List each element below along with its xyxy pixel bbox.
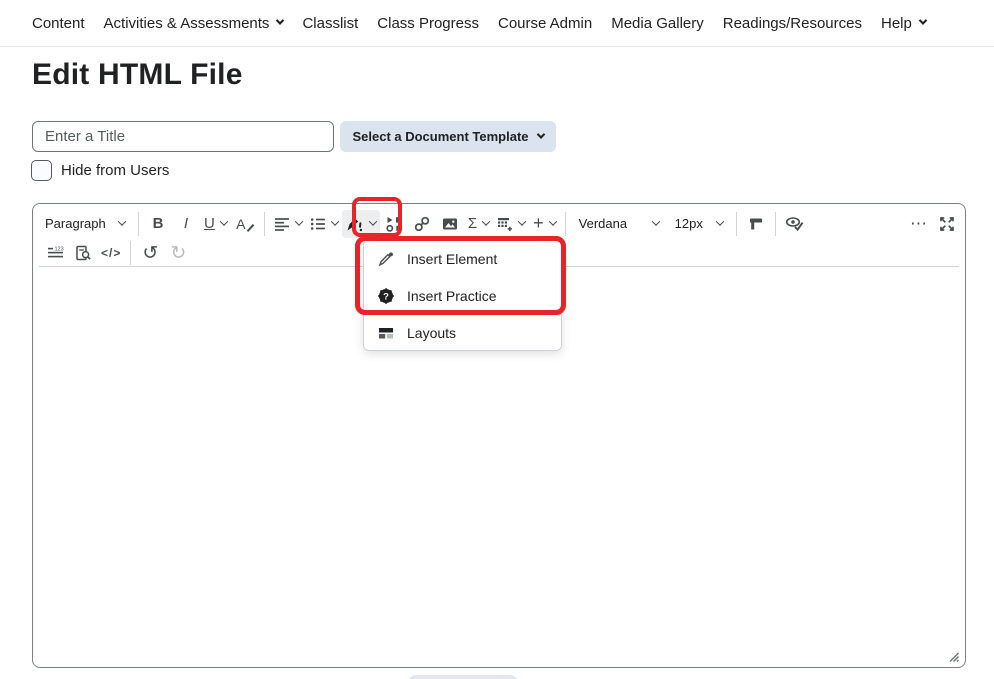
fullscreen-icon xyxy=(939,216,955,232)
undo-icon: ↺ xyxy=(142,242,158,265)
plus-icon: + xyxy=(533,213,544,234)
align-icon xyxy=(274,216,290,232)
chevron-down-icon xyxy=(276,16,284,24)
nav-item-readings-resources[interactable]: Readings/Resources xyxy=(723,15,862,32)
font-color-icon: A xyxy=(236,216,245,232)
insert-pen-icon xyxy=(346,216,364,232)
word-count-icon: 123 xyxy=(47,245,64,261)
menu-item-label: Layouts xyxy=(407,325,456,341)
insert-stuff-button[interactable] xyxy=(380,210,408,238)
source-code-button[interactable]: </> xyxy=(97,239,125,267)
hide-from-users-row: Hide from Users xyxy=(31,160,169,181)
nav-item-media-gallery[interactable]: Media Gallery xyxy=(611,15,704,32)
preview-icon xyxy=(75,245,91,261)
chevron-down-icon xyxy=(369,217,377,225)
paragraph-format-dropdown[interactable]: Paragraph xyxy=(37,210,133,238)
hide-from-users-label: Hide from Users xyxy=(61,162,169,179)
bold-button[interactable]: B xyxy=(144,210,172,238)
equation-dropdown-button[interactable]: Σ xyxy=(464,210,493,238)
chevron-down-icon xyxy=(220,217,228,225)
menu-item-label: Insert Practice xyxy=(407,288,496,304)
font-size-dropdown[interactable]: 12px xyxy=(667,210,731,238)
fullscreen-button[interactable] xyxy=(933,210,961,238)
accessibility-checker-button[interactable] xyxy=(781,210,809,238)
edit-html-file-page: Content Activities & Assessments Classli… xyxy=(0,0,994,679)
font-family-dropdown[interactable]: Verdana xyxy=(571,210,667,238)
save-button-partial[interactable] xyxy=(408,675,518,679)
toolbar-separator xyxy=(130,241,131,265)
hide-from-users-checkbox[interactable] xyxy=(31,160,52,181)
svg-text:123: 123 xyxy=(54,246,63,252)
undo-button[interactable]: ↺ xyxy=(136,239,164,267)
toolbar-separator xyxy=(138,212,139,236)
page-title: Edit HTML File xyxy=(32,58,243,92)
chevron-down-icon xyxy=(715,217,723,225)
chevron-down-icon xyxy=(295,217,303,225)
nav-item-classlist[interactable]: Classlist xyxy=(302,15,358,32)
resize-handle-icon[interactable] xyxy=(946,649,960,663)
insert-link-button[interactable] xyxy=(408,210,436,238)
chevron-down-icon xyxy=(919,16,927,24)
insert-element-dropdown-button[interactable] xyxy=(342,210,380,238)
insert-more-dropdown-button[interactable]: + xyxy=(529,210,560,238)
word-count-button[interactable]: 123 xyxy=(41,239,69,267)
table-dropdown-button[interactable] xyxy=(493,210,529,238)
chevron-down-icon xyxy=(548,217,556,225)
wand-icon xyxy=(378,251,394,267)
list-dropdown-button[interactable] xyxy=(306,210,342,238)
editor-toolbar-row2: 123 </> ↺ ↻ xyxy=(41,240,192,266)
insert-stuff-icon xyxy=(386,216,402,232)
menu-item-label: Insert Element xyxy=(407,251,497,267)
link-icon xyxy=(414,216,430,232)
chevron-down-icon xyxy=(536,130,544,138)
insert-image-button[interactable] xyxy=(436,210,464,238)
nav-item-activities-assessments[interactable]: Activities & Assessments xyxy=(104,15,284,32)
question-badge-icon: ? xyxy=(378,288,394,304)
source-code-icon: </> xyxy=(101,246,121,260)
insert-dropdown-menu: Insert Element ? Insert Practice Layouts xyxy=(363,239,562,351)
toolbar-separator xyxy=(264,212,265,236)
toolbar-separator xyxy=(775,212,776,236)
title-input[interactable] xyxy=(32,121,334,152)
bullet-list-icon xyxy=(310,216,326,232)
menu-item-layouts[interactable]: Layouts xyxy=(364,315,561,350)
nav-item-class-progress[interactable]: Class Progress xyxy=(377,15,479,32)
format-painter-button[interactable] xyxy=(742,210,770,238)
redo-icon: ↻ xyxy=(170,242,186,265)
image-icon xyxy=(442,216,458,232)
more-options-button[interactable]: ⋯ xyxy=(905,210,933,238)
underline-dropdown-button[interactable]: U xyxy=(200,210,231,238)
layouts-icon xyxy=(378,325,394,341)
accessibility-check-icon xyxy=(785,216,804,232)
chevron-down-icon xyxy=(651,217,659,225)
editor-toolbar-row1: Paragraph B I U A xyxy=(37,207,961,240)
format-painter-icon xyxy=(748,216,764,232)
menu-item-insert-practice[interactable]: ? Insert Practice xyxy=(364,277,561,314)
nav-item-content[interactable]: Content xyxy=(32,15,85,32)
equation-icon: Σ xyxy=(468,215,477,232)
preview-button[interactable] xyxy=(69,239,97,267)
table-icon xyxy=(497,216,513,232)
menu-item-insert-element[interactable]: Insert Element xyxy=(364,240,561,277)
toolbar-separator xyxy=(565,212,566,236)
ellipsis-icon: ⋯ xyxy=(910,214,928,234)
alignment-dropdown-button[interactable] xyxy=(270,210,306,238)
nav-item-help[interactable]: Help xyxy=(881,15,926,32)
redo-button[interactable]: ↻ xyxy=(164,239,192,267)
svg-text:?: ? xyxy=(383,291,389,302)
toolbar-separator xyxy=(736,212,737,236)
chevron-down-icon xyxy=(331,217,339,225)
chevron-down-icon xyxy=(482,217,490,225)
nav-item-course-admin[interactable]: Course Admin xyxy=(498,15,592,32)
chevron-down-icon xyxy=(518,217,526,225)
font-color-button[interactable]: A xyxy=(231,210,259,238)
chevron-down-icon xyxy=(118,217,126,225)
top-nav: Content Activities & Assessments Classli… xyxy=(0,0,994,47)
select-template-button[interactable]: Select a Document Template xyxy=(340,121,556,152)
italic-button[interactable]: I xyxy=(172,210,200,238)
